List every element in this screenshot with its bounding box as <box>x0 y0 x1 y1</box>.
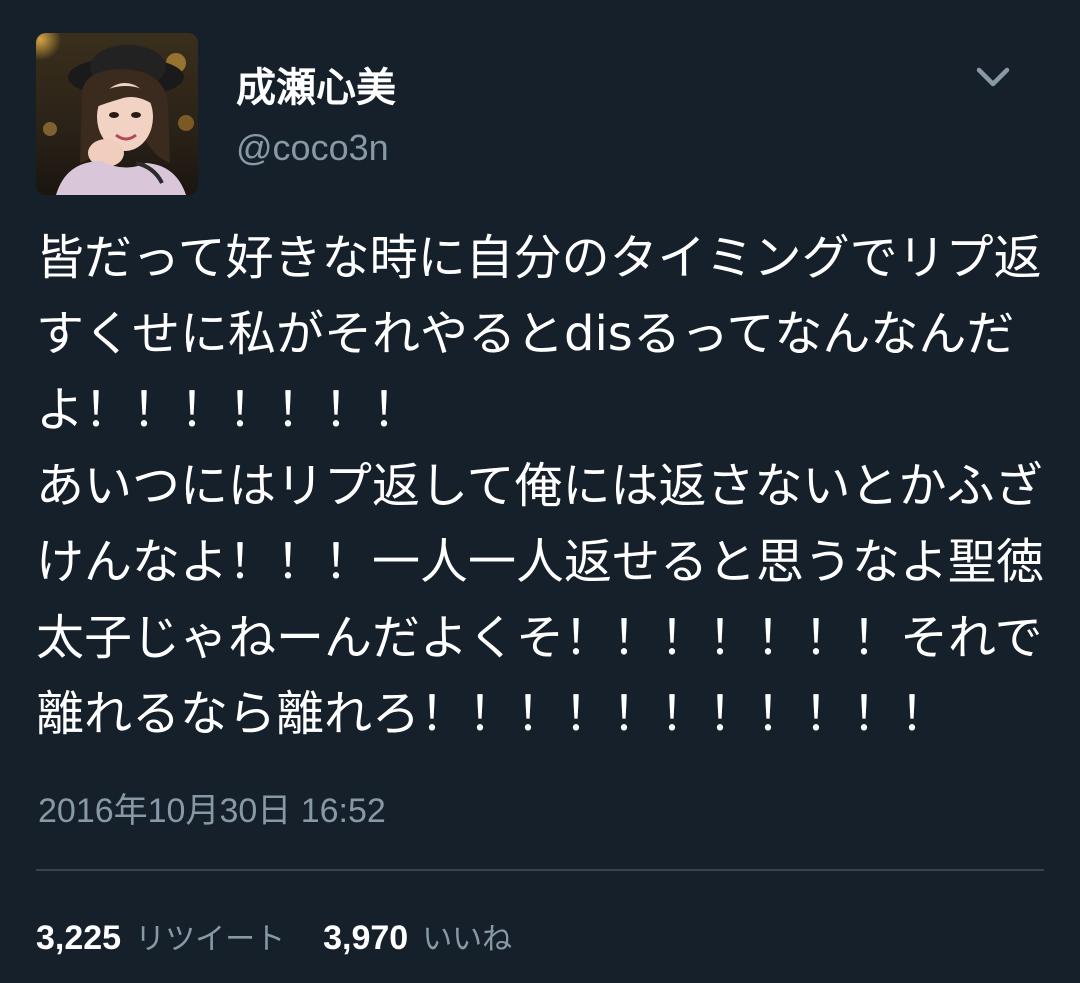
retweets-label: リツイート <box>135 922 286 957</box>
avatar[interactable] <box>36 33 198 195</box>
tweet-detail: 成瀬心美 @coco3n 皆だって好きな時に自分のタイミングでリプ返すくせに私が… <box>0 0 1080 983</box>
retweets-stat[interactable]: 3,225 リツイート <box>36 914 285 958</box>
user-handle[interactable]: @coco3n <box>236 124 389 172</box>
profile-photo-icon <box>36 33 198 195</box>
engagement-stats: 3,225 リツイート 3,970 いいね <box>36 914 550 966</box>
divider <box>36 869 1044 871</box>
likes-label: いいね <box>422 922 513 957</box>
tweet-timestamp[interactable]: 2016年10月30日 16:52 <box>38 788 386 834</box>
chevron-down-icon[interactable] <box>968 58 1018 98</box>
likes-stat[interactable]: 3,970 いいね <box>323 914 512 958</box>
tweet-text: 皆だって好きな時に自分のタイミングでリプ返すくせに私がそれやるとdisるってなん… <box>36 230 1045 742</box>
display-name[interactable]: 成瀬心美 <box>236 62 396 114</box>
likes-count: 3,970 <box>323 919 409 957</box>
retweets-count: 3,225 <box>36 919 122 957</box>
